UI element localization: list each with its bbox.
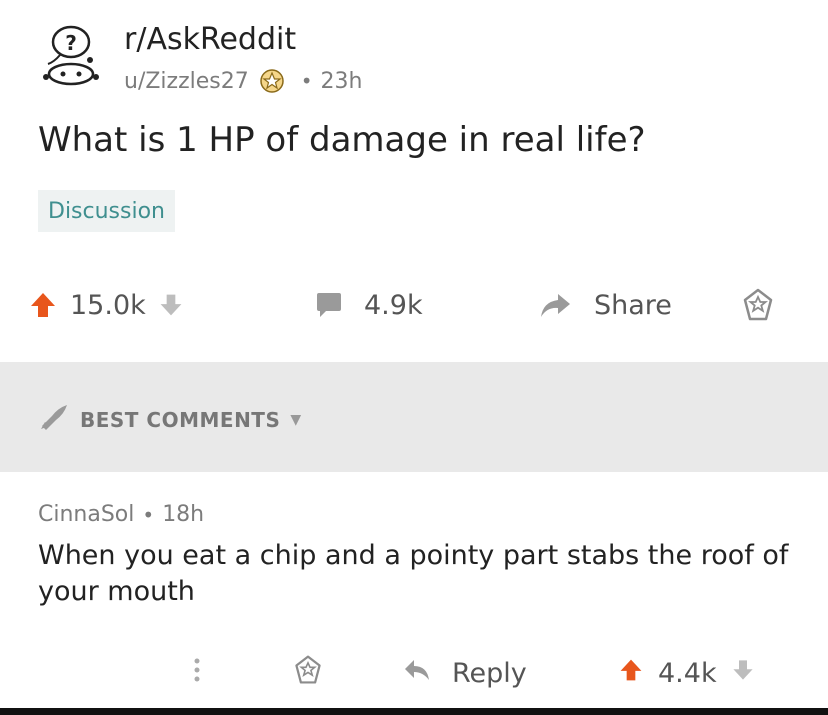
reply-button[interactable]: Reply xyxy=(452,658,527,689)
post-title[interactable]: What is 1 HP of damage in real life? xyxy=(38,120,646,160)
post-time: 23h xyxy=(320,68,363,94)
comment-actions: Reply 4.4k xyxy=(180,648,800,698)
more-icon[interactable] xyxy=(192,656,202,691)
downvote-icon[interactable] xyxy=(731,658,755,689)
post-actions: 15.0k 4.9k Share xyxy=(28,280,788,330)
svg-text:?: ? xyxy=(65,31,77,55)
comment-author[interactable]: CinnaSol xyxy=(38,502,134,527)
comment-sort[interactable]: BEST COMMENTS ▼ xyxy=(38,402,302,437)
award-icon xyxy=(259,68,285,94)
comment-time: 18h xyxy=(162,502,205,527)
save-icon[interactable] xyxy=(292,654,324,693)
post-meta: u/Zizzles27 • 23h xyxy=(124,68,362,94)
sort-label[interactable]: BEST COMMENTS xyxy=(80,408,280,432)
rocket-icon xyxy=(38,402,70,437)
reply-icon[interactable] xyxy=(402,657,432,690)
post-header: ? r/AskReddit u/Zizzles27 • 23h xyxy=(38,18,798,98)
separator-dot: • xyxy=(300,69,313,93)
separator-dot: • xyxy=(142,502,155,527)
comment-icon[interactable] xyxy=(314,290,344,320)
bottom-bar xyxy=(0,708,828,715)
upvote-icon[interactable] xyxy=(28,290,58,320)
comment-body[interactable]: When you eat a chip and a pointy part st… xyxy=(38,538,798,610)
share-icon[interactable] xyxy=(538,291,572,319)
chevron-down-icon[interactable]: ▼ xyxy=(290,412,301,428)
post-author[interactable]: u/Zizzles27 xyxy=(124,69,249,94)
share-button[interactable]: Share xyxy=(594,290,672,321)
comment-count[interactable]: 4.9k xyxy=(364,290,423,321)
downvote-icon[interactable] xyxy=(158,292,184,318)
comment-vote-count: 4.4k xyxy=(658,657,717,689)
askreddit-snoo-icon[interactable]: ? xyxy=(38,22,104,88)
subreddit-name[interactable]: r/AskReddit xyxy=(124,22,296,57)
comment-meta: CinnaSol • 18h xyxy=(38,502,204,527)
post-vote-count: 15.0k xyxy=(70,289,146,321)
upvote-icon[interactable] xyxy=(618,657,644,690)
save-icon[interactable] xyxy=(740,287,776,323)
post-flair[interactable]: Discussion xyxy=(38,190,175,232)
